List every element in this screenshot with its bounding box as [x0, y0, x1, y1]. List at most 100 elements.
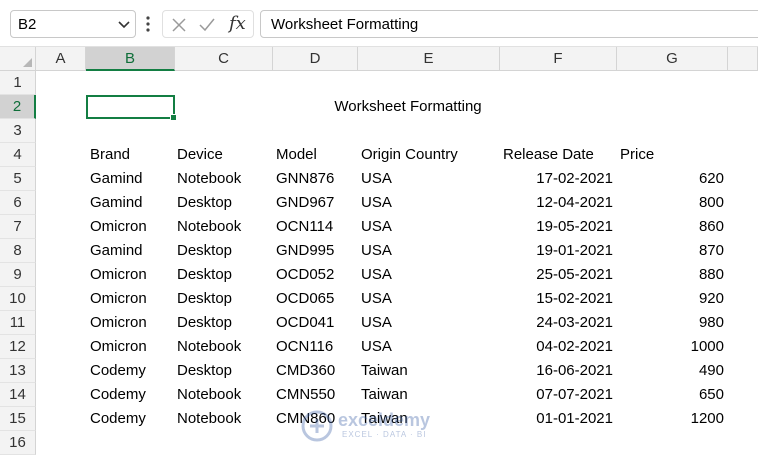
cell-price[interactable]: 920: [617, 287, 728, 311]
cell-device[interactable]: Desktop: [173, 287, 272, 311]
insert-function-icon[interactable]: fx: [229, 13, 246, 34]
cell-price[interactable]: 490: [617, 359, 728, 383]
row-header-9[interactable]: 9: [0, 263, 36, 287]
row-header-15[interactable]: 15: [0, 407, 36, 431]
column-header-g[interactable]: G: [617, 47, 728, 71]
cell-price[interactable]: 870: [617, 239, 728, 263]
row-header-13[interactable]: 13: [0, 359, 36, 383]
cell-release-date[interactable]: 24-03-2021: [500, 311, 617, 335]
cell-origin-country[interactable]: USA: [357, 191, 499, 215]
row-header-11[interactable]: 11: [0, 311, 36, 335]
cell-model[interactable]: OCN116: [272, 335, 357, 359]
column-header-a[interactable]: A: [36, 47, 86, 71]
formula-input[interactable]: Worksheet Formatting: [260, 10, 758, 38]
cell-model[interactable]: CMD360: [272, 359, 357, 383]
cell-model[interactable]: GNN876: [272, 167, 357, 191]
cell-price[interactable]: 650: [617, 383, 728, 407]
cell-model[interactable]: CMN550: [272, 383, 357, 407]
cell-brand[interactable]: Omicron: [86, 215, 173, 239]
cell-device[interactable]: Notebook: [173, 215, 272, 239]
cell-origin-country[interactable]: USA: [357, 215, 499, 239]
cell-brand[interactable]: Codemy: [86, 407, 173, 431]
cell-device[interactable]: Desktop: [173, 239, 272, 263]
cell-release-date[interactable]: 12-04-2021: [500, 191, 617, 215]
column-header-b[interactable]: B: [86, 47, 175, 71]
cell-price[interactable]: 880: [617, 263, 728, 287]
cell-origin-country[interactable]: Taiwan: [357, 383, 499, 407]
cell-release-date[interactable]: 25-05-2021: [500, 263, 617, 287]
cell-brand[interactable]: Omicron: [86, 263, 173, 287]
cell-model[interactable]: OCD065: [272, 287, 357, 311]
header-price[interactable]: Price: [616, 143, 658, 167]
header-origin-country[interactable]: Origin Country: [357, 143, 462, 167]
cell-origin-country[interactable]: Taiwan: [357, 359, 499, 383]
cell-origin-country[interactable]: USA: [357, 167, 499, 191]
row-header-2[interactable]: 2: [0, 95, 36, 119]
cell-price[interactable]: 800: [617, 191, 728, 215]
cell-model[interactable]: GND995: [272, 239, 357, 263]
row-header-7[interactable]: 7: [0, 215, 36, 239]
enter-check-icon[interactable]: [197, 15, 217, 35]
cell-device[interactable]: Desktop: [173, 191, 272, 215]
cell-device[interactable]: Desktop: [173, 311, 272, 335]
row-header-14[interactable]: 14: [0, 383, 36, 407]
column-header-h[interactable]: [728, 47, 758, 71]
cell-device[interactable]: Notebook: [173, 383, 272, 407]
cell-device[interactable]: Notebook: [173, 407, 272, 431]
cell-brand[interactable]: Omicron: [86, 335, 173, 359]
cell-release-date[interactable]: 17-02-2021: [500, 167, 617, 191]
row-header-4[interactable]: 4: [0, 143, 36, 167]
cell-brand[interactable]: Omicron: [86, 287, 173, 311]
cell-device[interactable]: Desktop: [173, 263, 272, 287]
cell-origin-country[interactable]: USA: [357, 239, 499, 263]
cell-device[interactable]: Desktop: [173, 359, 272, 383]
chevron-down-icon[interactable]: [117, 17, 131, 31]
more-options-icon[interactable]: [145, 14, 151, 34]
cell-origin-country[interactable]: USA: [357, 311, 499, 335]
header-release-date[interactable]: Release Date: [499, 143, 598, 167]
cell-price[interactable]: 860: [617, 215, 728, 239]
cell-brand[interactable]: Gamind: [86, 191, 173, 215]
cell-origin-country[interactable]: USA: [357, 263, 499, 287]
cell-device[interactable]: Notebook: [173, 335, 272, 359]
cell-release-date[interactable]: 19-05-2021: [500, 215, 617, 239]
column-header-e[interactable]: E: [358, 47, 500, 71]
row-header-12[interactable]: 12: [0, 335, 36, 359]
header-brand[interactable]: Brand: [86, 143, 134, 167]
column-header-c[interactable]: C: [175, 47, 273, 71]
row-header-16[interactable]: 16: [0, 431, 36, 455]
cell-brand[interactable]: Omicron: [86, 311, 173, 335]
row-header-10[interactable]: 10: [0, 287, 36, 311]
cell-price[interactable]: 980: [617, 311, 728, 335]
cell-brand[interactable]: Codemy: [86, 359, 173, 383]
cell-price[interactable]: 620: [617, 167, 728, 191]
cell-release-date[interactable]: 01-01-2021: [500, 407, 617, 431]
active-cell-selection[interactable]: [86, 95, 177, 121]
row-header-3[interactable]: 3: [0, 119, 36, 143]
cell-price[interactable]: 1200: [617, 407, 728, 431]
cell-release-date[interactable]: 16-06-2021: [500, 359, 617, 383]
cell-model[interactable]: GND967: [272, 191, 357, 215]
row-header-5[interactable]: 5: [0, 167, 36, 191]
name-box[interactable]: B2: [10, 10, 136, 38]
cell-price[interactable]: 1000: [617, 335, 728, 359]
select-all-corner[interactable]: [0, 47, 36, 71]
cell-model[interactable]: OCN114: [272, 215, 357, 239]
cell-brand[interactable]: Gamind: [86, 167, 173, 191]
cell-origin-country[interactable]: USA: [357, 287, 499, 311]
cell-model[interactable]: OCD041: [272, 311, 357, 335]
row-header-8[interactable]: 8: [0, 239, 36, 263]
column-header-d[interactable]: D: [273, 47, 358, 71]
column-header-f[interactable]: F: [500, 47, 617, 71]
row-header-1[interactable]: 1: [0, 71, 36, 95]
cell-release-date[interactable]: 04-02-2021: [500, 335, 617, 359]
cell-brand[interactable]: Gamind: [86, 239, 173, 263]
header-device[interactable]: Device: [173, 143, 227, 167]
cell-model[interactable]: OCD052: [272, 263, 357, 287]
sheet-title[interactable]: Worksheet Formatting: [175, 95, 641, 119]
cancel-icon[interactable]: [169, 15, 189, 35]
cell-release-date[interactable]: 07-07-2021: [500, 383, 617, 407]
header-model[interactable]: Model: [272, 143, 321, 167]
row-header-6[interactable]: 6: [0, 191, 36, 215]
cell-brand[interactable]: Codemy: [86, 383, 173, 407]
